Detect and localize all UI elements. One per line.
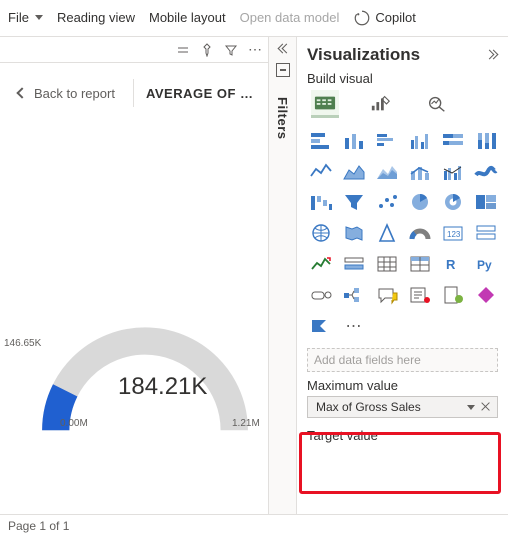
gauge-max-label: 1.21M	[232, 418, 260, 429]
viz-clustered-column-icon[interactable]	[406, 128, 434, 152]
visual-title: AVERAGE OF …	[146, 86, 254, 101]
expand-left-icon[interactable]	[277, 43, 289, 55]
viz-treemap-icon[interactable]	[472, 190, 500, 214]
collapse-right-icon[interactable]	[486, 49, 498, 61]
gauge-value: 184.21K	[118, 373, 207, 401]
viz-azure-map-icon[interactable]	[373, 221, 401, 245]
viz-paginated-report-icon[interactable]	[439, 283, 467, 307]
page-indicator: Page 1 of 1	[8, 519, 69, 533]
filter-icon[interactable]	[224, 43, 238, 57]
viz-donut-icon[interactable]	[439, 190, 467, 214]
visual-type-gallery: 123 R Py ⋯	[307, 128, 498, 340]
build-visual-label: Build visual	[307, 71, 373, 86]
viz-100-stacked-bar-icon[interactable]	[439, 128, 467, 152]
viz-ribbon-icon[interactable]	[472, 159, 500, 183]
viz-scatter-icon[interactable]	[373, 190, 401, 214]
viz-kpi-icon[interactable]	[307, 252, 335, 276]
remove-field-icon[interactable]	[479, 400, 493, 414]
mobile-layout-button[interactable]: Mobile layout	[149, 10, 226, 25]
viz-more-button[interactable]: ⋯	[340, 314, 368, 338]
viz-line-clustered-column-icon[interactable]	[439, 159, 467, 183]
filters-pane-icon	[276, 63, 290, 77]
viz-stacked-column-icon[interactable]	[340, 128, 368, 152]
pane-tabs	[311, 90, 498, 118]
chevron-down-icon	[35, 15, 43, 20]
viz-power-apps-icon[interactable]	[472, 283, 500, 307]
tab-analytics[interactable]	[423, 90, 451, 118]
svg-text:Py: Py	[477, 258, 492, 272]
back-to-report-button[interactable]: Back to report	[0, 86, 115, 101]
viz-card-icon[interactable]: 123	[439, 221, 467, 245]
viz-filled-map-icon[interactable]	[340, 221, 368, 245]
gauge-min-label: 0.00M	[60, 418, 88, 429]
gauge-marker-label: 146.65K	[4, 338, 41, 349]
svg-text:123: 123	[447, 230, 461, 239]
viz-decomposition-tree-icon[interactable]	[340, 283, 368, 307]
viz-slicer-icon[interactable]	[340, 252, 368, 276]
canvas-body[interactable]: Back to report AVERAGE OF … 146.65K 184.…	[0, 63, 268, 514]
file-menu[interactable]: File	[8, 10, 43, 25]
filters-label: Filters	[275, 97, 290, 140]
copilot-icon	[353, 9, 371, 27]
viz-stacked-bar-icon[interactable]	[307, 128, 335, 152]
viz-map-icon[interactable]	[307, 221, 335, 245]
chevron-left-icon	[16, 87, 27, 98]
viz-gauge-icon[interactable]	[406, 221, 434, 245]
viz-clustered-bar-icon[interactable]	[373, 128, 401, 152]
tab-format-visual[interactable]	[367, 90, 395, 118]
chevron-down-icon[interactable]	[467, 405, 475, 410]
viz-multi-row-card-icon[interactable]	[472, 221, 500, 245]
more-options-icon[interactable]: ⋯	[248, 43, 262, 57]
copilot-button[interactable]: Copilot	[353, 9, 415, 27]
viz-r-visual-icon[interactable]: R	[439, 252, 467, 276]
viz-key-influencers-icon[interactable]	[307, 283, 335, 307]
open-data-model-button: Open data model	[240, 10, 340, 25]
maximum-value-label: Maximum value	[307, 378, 498, 393]
maximum-value-field[interactable]: Max of Gross Sales	[307, 396, 498, 418]
viz-smart-narrative-icon[interactable]	[406, 283, 434, 307]
tab-build-visual[interactable]	[311, 90, 339, 118]
viz-funnel-icon[interactable]	[340, 190, 368, 214]
visual-toolbar: ⋯	[0, 37, 268, 63]
maximum-value-field-text: Max of Gross Sales	[316, 400, 421, 414]
viz-pie-icon[interactable]	[406, 190, 434, 214]
visualizations-title: Visualizations	[307, 45, 420, 65]
viz-power-automate-icon[interactable]	[307, 314, 335, 338]
viz-qna-icon[interactable]	[373, 283, 401, 307]
back-label: Back to report	[34, 86, 115, 101]
top-menu-bar: File Reading view Mobile layout Open dat…	[0, 0, 508, 36]
svg-text:R: R	[446, 257, 456, 272]
viz-100-stacked-column-icon[interactable]	[472, 128, 500, 152]
report-canvas-column: ⋯ Back to report AVERAGE OF … 146.65K 18…	[0, 36, 268, 514]
viz-table-icon[interactable]	[373, 252, 401, 276]
field-well-placeholder[interactable]: Add data fields here	[307, 348, 498, 372]
status-bar: Page 1 of 1	[0, 514, 508, 536]
viz-line-icon[interactable]	[307, 159, 335, 183]
file-menu-label: File	[8, 10, 29, 25]
viz-waterfall-icon[interactable]	[307, 190, 335, 214]
filters-pane-collapsed[interactable]: Filters	[268, 36, 296, 514]
viz-stacked-area-icon[interactable]	[373, 159, 401, 183]
target-value-label: Target value	[307, 428, 498, 443]
viz-area-icon[interactable]	[340, 159, 368, 183]
drag-handle-icon[interactable]	[176, 43, 190, 57]
pin-icon[interactable]	[200, 43, 214, 57]
visualizations-pane: Visualizations Build visual	[296, 36, 508, 514]
reading-view-button[interactable]: Reading view	[57, 10, 135, 25]
divider	[133, 79, 134, 107]
copilot-label: Copilot	[375, 10, 415, 25]
viz-line-stacked-column-icon[interactable]	[406, 159, 434, 183]
viz-python-visual-icon[interactable]: Py	[472, 252, 500, 276]
viz-matrix-icon[interactable]	[406, 252, 434, 276]
